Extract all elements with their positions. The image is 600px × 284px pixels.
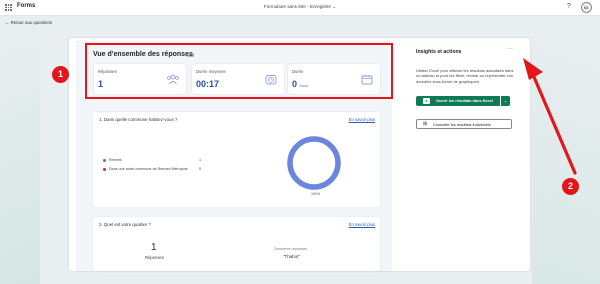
question-title: 2. Quel est votre quartier ? [99,222,151,227]
legend-dot [103,167,106,171]
insights-title: Insights et actions [416,49,462,55]
donut-slice-rennes [287,136,341,190]
latest-response-value: "Thabor" [283,254,301,259]
latest-responses-label: Dernières réponses [274,247,308,251]
insights-description: Utiliser Excel pour afficher les résulta… [416,68,514,84]
donut-percent-label: 100% [311,192,321,196]
legend-dot [103,158,106,162]
legend-count: 0 [199,167,202,171]
legend-item: Dans une autre commune de Rennes Métropo… [103,167,188,171]
document-title[interactable]: Formulaire sans titre - Enregistré ⌄ [0,4,600,10]
excel-icon: x [423,98,430,104]
annotation-arrow [523,58,577,175]
responses-label: Réponses [145,255,164,260]
legend-item: Rennes [103,158,122,162]
legend-label: Rennes [109,158,122,162]
legend-count: 1 [199,158,202,162]
background-decoration-left [0,35,40,284]
legend-label: Dans une autre commune de Rennes Métropo… [109,167,188,171]
help-icon[interactable]: ? [567,3,571,10]
view-individual-results-button[interactable]: ⊞ Consulter les résultats individuels [416,119,512,129]
open-in-excel-button[interactable]: x Ouvrir les résultats dans Excel [416,96,500,106]
donut-chart [287,136,341,190]
responses-count: 1 [151,242,157,253]
open-in-excel-label: Ouvrir les résultats dans Excel [436,98,493,103]
excel-options-chevron-down-icon[interactable]: ⌄ [501,96,510,106]
learn-more-link[interactable]: En savoir plus [349,222,375,227]
individual-results-icon: ⊞ [423,121,428,127]
question-card-2: 2. Quel est votre quartier ? En savoir p… [93,217,380,271]
annotation-badge-1: 1 [52,66,69,83]
top-bar: Forms Formulaire sans titre - Enregistré… [0,0,600,16]
more-options-icon[interactable]: ··· [507,46,513,52]
learn-more-link[interactable]: En savoir plus [349,117,375,122]
highlight-box [85,43,393,99]
back-to-questions-link[interactable]: ← Retour aux questions [5,20,52,25]
view-individual-results-label: Consulter les résultats individuels [433,122,491,127]
question-title: 1. Dans quelle commune habitez-vous ? [99,117,178,122]
avatar[interactable]: ML [581,2,592,13]
annotation-badge-2: 2 [562,178,579,195]
